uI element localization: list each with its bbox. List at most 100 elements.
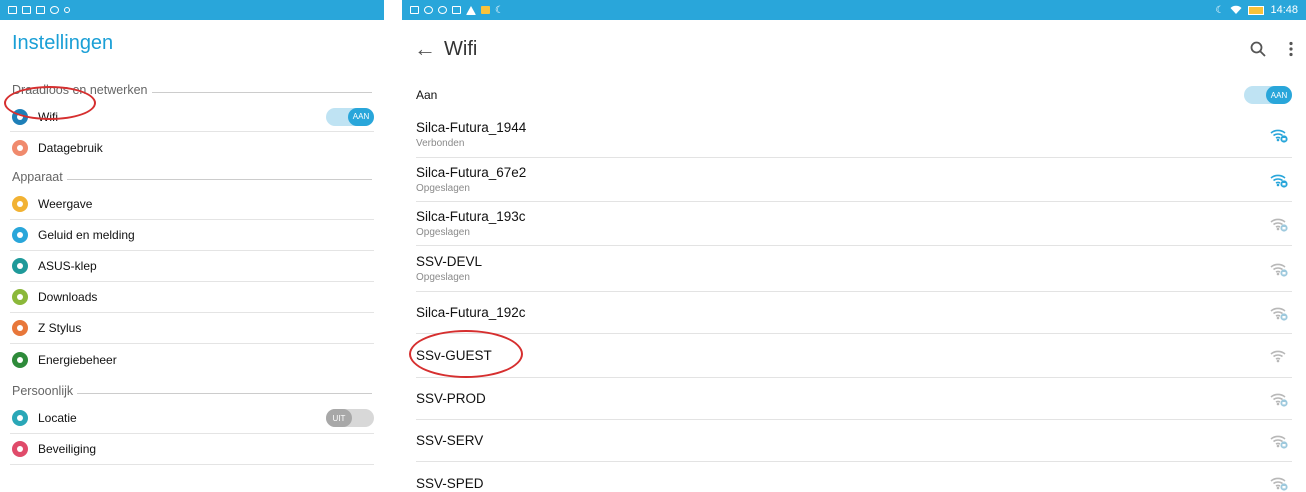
wifi-signal-icon	[1268, 348, 1290, 364]
network-text: SSv-GUEST	[416, 348, 1268, 363]
notification-icon	[8, 6, 17, 14]
wifi-locked-signal-icon	[1268, 433, 1290, 449]
wifi-network-row[interactable]: Silca-Futura_193c Opgeslagen	[416, 202, 1292, 246]
wifi-status-icon	[1230, 5, 1242, 14]
wifi-network-row[interactable]: SSV-DEVL Opgeslagen	[416, 246, 1292, 292]
more-options-icon[interactable]	[1288, 41, 1294, 57]
network-name: Silca-Futura_192c	[416, 305, 526, 320]
section-header: Persoonlijk	[0, 379, 384, 403]
notification-icon	[424, 6, 433, 14]
settings-item-label: Datagebruik	[38, 140, 103, 155]
wifi-network-row[interactable]: Silca-Futura_192c	[416, 292, 1292, 334]
settings-item-label: Locatie	[38, 411, 77, 425]
network-name: Silca-Futura_193c	[416, 209, 526, 224]
settings-item-datagebruik[interactable]: Datagebruik	[10, 132, 374, 163]
network-status: Opgeslagen	[416, 227, 470, 238]
wifi-locked-signal-icon	[1268, 172, 1290, 188]
settings-item-label: Weergave	[38, 197, 93, 211]
back-arrow-icon[interactable]: ←	[414, 36, 436, 62]
cover-icon	[12, 258, 28, 274]
settings-item-label: Geluid en melding	[38, 228, 135, 242]
settings-screen: Instellingen Draadloos en netwerken Wifi…	[0, 0, 384, 492]
network-name: Silca-Futura_1944	[416, 120, 527, 135]
network-name: SSv-GUEST	[416, 348, 492, 363]
settings-item-downloads[interactable]: Downloads	[10, 282, 374, 313]
notification-icon	[438, 6, 447, 14]
network-text: Silca-Futura_1944 Verbonden	[416, 120, 1268, 149]
network-list: Silca-Futura_1944 Verbonden Silca-Futura_6…	[402, 112, 1306, 492]
settings-item-energiebeheer[interactable]: Energiebeheer	[10, 344, 374, 375]
highlight-oval	[4, 86, 96, 120]
wifi-network-row[interactable]: SSv-GUEST	[416, 334, 1292, 378]
location-toggle[interactable]: UIT	[326, 409, 374, 427]
network-status: Opgeslagen	[416, 272, 470, 283]
notification-icon	[36, 6, 45, 14]
battery-icon	[1248, 5, 1265, 15]
settings-item-z-stylus[interactable]: Z Stylus	[10, 313, 374, 344]
wifi-locked-signal-icon	[1268, 475, 1290, 491]
location-icon	[12, 410, 28, 426]
network-name: Silca-Futura_67e2	[416, 165, 527, 180]
network-text: Silca-Futura_192c	[416, 305, 1268, 320]
wifi-screen: ☾ ☾ 14:48 ← Wifi Aan AAN Silca-Futura_19…	[402, 0, 1306, 492]
settings-item-label: Beveiliging	[38, 442, 97, 456]
notification-icon	[22, 6, 31, 14]
notification-icon	[410, 6, 419, 14]
network-name: SSV-SPED	[416, 475, 484, 491]
network-text: SSV-SPED	[416, 476, 1268, 491]
highlight-oval	[409, 330, 523, 378]
power-icon	[12, 351, 28, 368]
status-bar: ☾ ☾ 14:48	[402, 0, 1306, 20]
app-bar: ← Wifi	[402, 20, 1306, 78]
page-title: Wifi	[444, 37, 478, 60]
wifi-master-switch-row[interactable]: Aan AAN	[416, 78, 1292, 112]
wifi-network-row[interactable]: Silca-Futura_67e2 Opgeslagen	[416, 158, 1292, 202]
sound-icon	[12, 227, 28, 243]
network-name: SSV-SERV	[416, 433, 484, 448]
page-title: Instellingen	[12, 32, 114, 54]
section-header: Apparaat	[0, 165, 384, 189]
display-icon	[12, 196, 28, 212]
settings-item-geluid[interactable]: Geluid en melding	[10, 220, 374, 251]
wifi-network-row[interactable]: Silca-Futura_1944 Verbonden	[416, 112, 1292, 158]
stylus-icon	[12, 320, 28, 336]
wifi-network-row[interactable]: SSV-SPED	[416, 462, 1292, 492]
wifi-locked-signal-icon	[1268, 391, 1290, 407]
wifi-locked-signal-icon	[1268, 216, 1290, 232]
settings-item-asus-klep[interactable]: ASUS-klep	[10, 251, 374, 282]
wifi-master-toggle[interactable]: AAN	[1244, 86, 1292, 104]
network-text: Silca-Futura_67e2 Opgeslagen	[416, 165, 1268, 194]
settings-item-label: Z Stylus	[38, 321, 82, 335]
data-usage-icon	[12, 139, 28, 156]
warning-icon	[466, 5, 476, 15]
settings-item-beveiliging[interactable]: Beveiliging	[10, 434, 374, 465]
wifi-locked-signal-icon	[1268, 127, 1290, 143]
wifi-toggle[interactable]: AAN	[326, 107, 374, 126]
status-time: 14:48	[1270, 4, 1298, 16]
location-status-icon	[64, 7, 70, 13]
network-status: Verbonden	[416, 138, 465, 149]
network-text: SSV-PROD	[416, 391, 1268, 406]
settings-item-locatie[interactable]: Locatie UIT	[10, 403, 374, 434]
wifi-network-row[interactable]: SSV-SERV	[416, 420, 1292, 462]
wifi-network-row[interactable]: SSV-PROD	[416, 378, 1292, 420]
lock-icon	[12, 441, 28, 457]
settings-item-label: Energiebeheer	[38, 352, 117, 367]
network-status: Opgeslagen	[416, 183, 470, 194]
notification-icon	[50, 6, 59, 14]
search-icon[interactable]	[1250, 41, 1266, 57]
settings-item-label: Downloads	[38, 290, 98, 304]
wifi-locked-signal-icon	[1268, 305, 1290, 321]
moon-icon: ☾	[1215, 4, 1225, 16]
notification-icon	[481, 6, 490, 14]
settings-item-weergave[interactable]: Weergave	[10, 189, 374, 220]
network-text: SSV-SERV	[416, 433, 1268, 448]
network-text: Silca-Futura_193c Opgeslagen	[416, 209, 1268, 238]
network-text: SSV-DEVL Opgeslagen	[416, 254, 1268, 283]
wifi-master-label: Aan	[416, 88, 438, 102]
network-name: SSV-PROD	[416, 391, 486, 406]
status-bar	[0, 0, 384, 20]
download-icon	[12, 289, 28, 305]
wifi-locked-signal-icon	[1268, 261, 1290, 277]
notification-icon	[452, 6, 461, 14]
